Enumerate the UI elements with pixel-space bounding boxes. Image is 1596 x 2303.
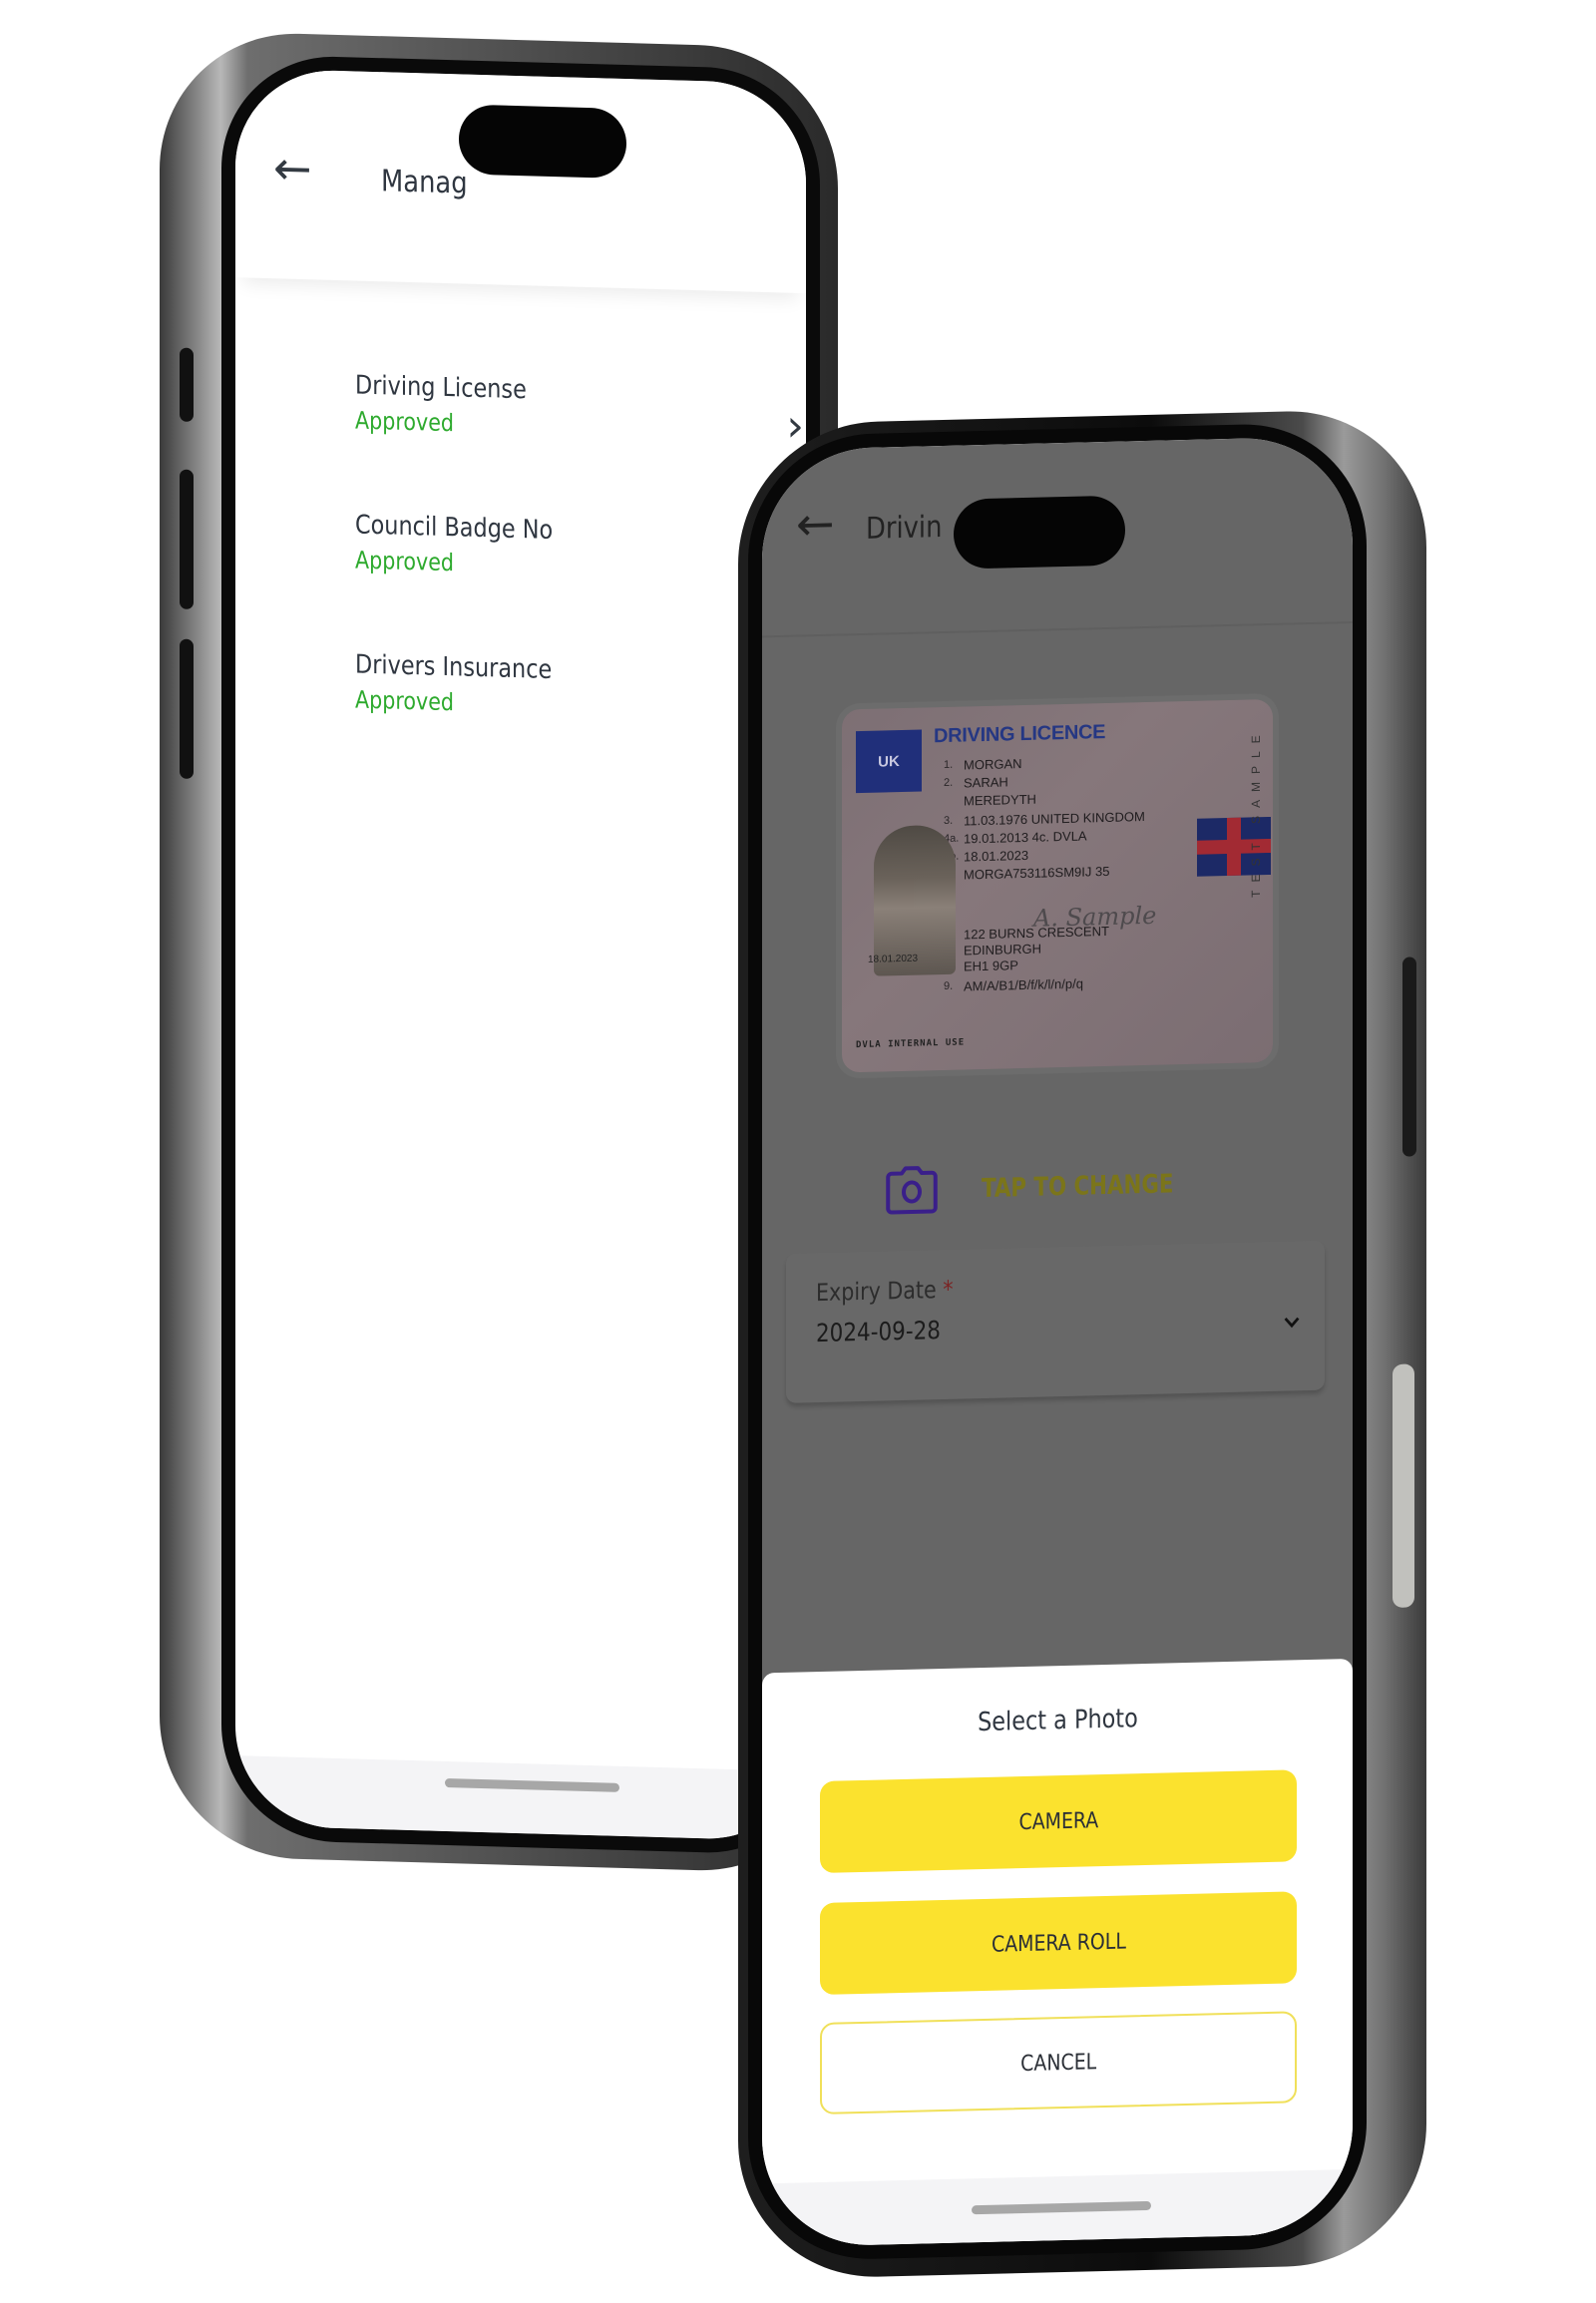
chevron-down-icon[interactable] (1281, 1311, 1303, 1334)
licence-field-value: 19.01.2013 4c. DVLA (964, 828, 1087, 847)
status-badge: Approved (355, 546, 455, 577)
app-header: ← Manag (235, 68, 806, 294)
volume-up-button (180, 469, 194, 609)
licence-field-value: MORGA753116SM9IJ 35 (964, 863, 1110, 883)
sheet-title-text: Select a Photo (977, 1704, 1138, 1738)
licence-field-value: 11.03.1976 UNITED KINGDOM (964, 809, 1145, 829)
page-title: Manag (381, 164, 468, 201)
sheet-title: Select a Photo (762, 1699, 1353, 1742)
list-item-drivers-insurance[interactable]: Drivers Insurance Approved (355, 649, 794, 801)
select-photo-sheet: Select a Photo CAMERA CAMERA ROLL CANCEL (762, 1658, 1353, 2248)
tap-to-change-button[interactable]: TAP TO CHANGE (882, 1153, 1216, 1221)
header-divider (762, 620, 1353, 638)
list-item-driving-license[interactable]: Driving License Approved › (355, 370, 804, 522)
expiry-date-label: Expiry Date * (816, 1276, 954, 1307)
licence-field-value: AM/A/B1/B/f/k/l/n/p/q (964, 975, 1083, 994)
dynamic-island (954, 495, 1125, 570)
modal-overlay[interactable]: ← Drivin UK DRIVING LICENCE 1. MORGAN 2. SA… (762, 435, 1353, 1688)
licence-field-number: 1. (944, 758, 954, 771)
back-phone-mockup: ← Manag Driving License Approved › Counc… (160, 30, 838, 1874)
tap-to-change-label: TAP TO CHANGE (982, 1169, 1174, 1205)
side-button (1402, 957, 1416, 1157)
page-title: Drivin (866, 510, 943, 547)
cancel-button[interactable]: CANCEL (820, 2011, 1297, 2114)
arrow-left-icon[interactable]: ← (273, 141, 312, 195)
signature: A. Sample (1033, 901, 1157, 933)
dynamic-island (459, 104, 626, 180)
field-label: Expiry Date (816, 1276, 937, 1308)
action-button (180, 347, 194, 422)
licence-field-number: 2. (944, 776, 954, 789)
arrow-left-icon[interactable]: ← (796, 497, 835, 552)
status-badge: Approved (355, 685, 455, 717)
side-text: TEST SAMPLE (1249, 727, 1263, 898)
document-list: Driving License Approved › Council Badge… (355, 370, 804, 801)
camera-icon (886, 1166, 938, 1215)
power-button (1393, 1363, 1414, 1608)
eu-flag-icon: UK (856, 729, 922, 794)
licence-field-number: 9. (944, 979, 954, 992)
photo-date: 18.01.2023 (868, 953, 919, 965)
licence-field-value: MORGAN (964, 756, 1022, 773)
camera-button[interactable]: CAMERA (820, 1769, 1297, 1873)
licence-photo[interactable]: UK DRIVING LICENCE 1. MORGAN 2. SARAH MEREDY… (842, 698, 1273, 1073)
licence-title: DRIVING LICENCE (934, 721, 1106, 748)
volume-down-button (180, 638, 194, 779)
expiry-date-value: 2024-09-28 (816, 1316, 941, 1348)
licence-footer: DVLA INTERNAL USE (856, 1037, 966, 1051)
camera-roll-button[interactable]: CAMERA ROLL (820, 1891, 1297, 1995)
expiry-date-field[interactable]: Expiry Date * 2024-09-28 (786, 1240, 1325, 1403)
licence-field-value: MEREDYTH (964, 791, 1036, 809)
document-name: Driving License (355, 370, 527, 406)
licence-field-value: EDINBURGH (964, 941, 1042, 959)
front-phone-screen: ← Drivin UK DRIVING LICENCE 1. MORGAN 2. SA… (762, 435, 1353, 2248)
front-phone-mockup: ← Drivin UK DRIVING LICENCE 1. MORGAN 2. SA… (738, 408, 1426, 2281)
button-label: CANCEL (1019, 2049, 1097, 2077)
licence-field-number: 3. (944, 814, 954, 827)
button-label: CAMERA (1018, 1807, 1098, 1835)
required-mark: * (943, 1275, 954, 1304)
licence-fields: 1. MORGAN 2. SARAH MEREDYTH 3. 11.03.1976 UNIT… (842, 699, 1273, 993)
country-code: UK (878, 752, 900, 771)
licence-field-value: SARAH (964, 774, 1008, 791)
button-label: CAMERA ROLL (991, 1929, 1126, 1958)
status-badge: Approved (355, 406, 455, 438)
licence-field-value: EH1 9GP (964, 958, 1018, 974)
licence-field-value: 18.01.2023 (964, 847, 1029, 865)
back-phone-screen: ← Manag Driving License Approved › Counc… (235, 68, 806, 1842)
list-item-council-badge[interactable]: Council Badge No Approved (355, 510, 794, 661)
